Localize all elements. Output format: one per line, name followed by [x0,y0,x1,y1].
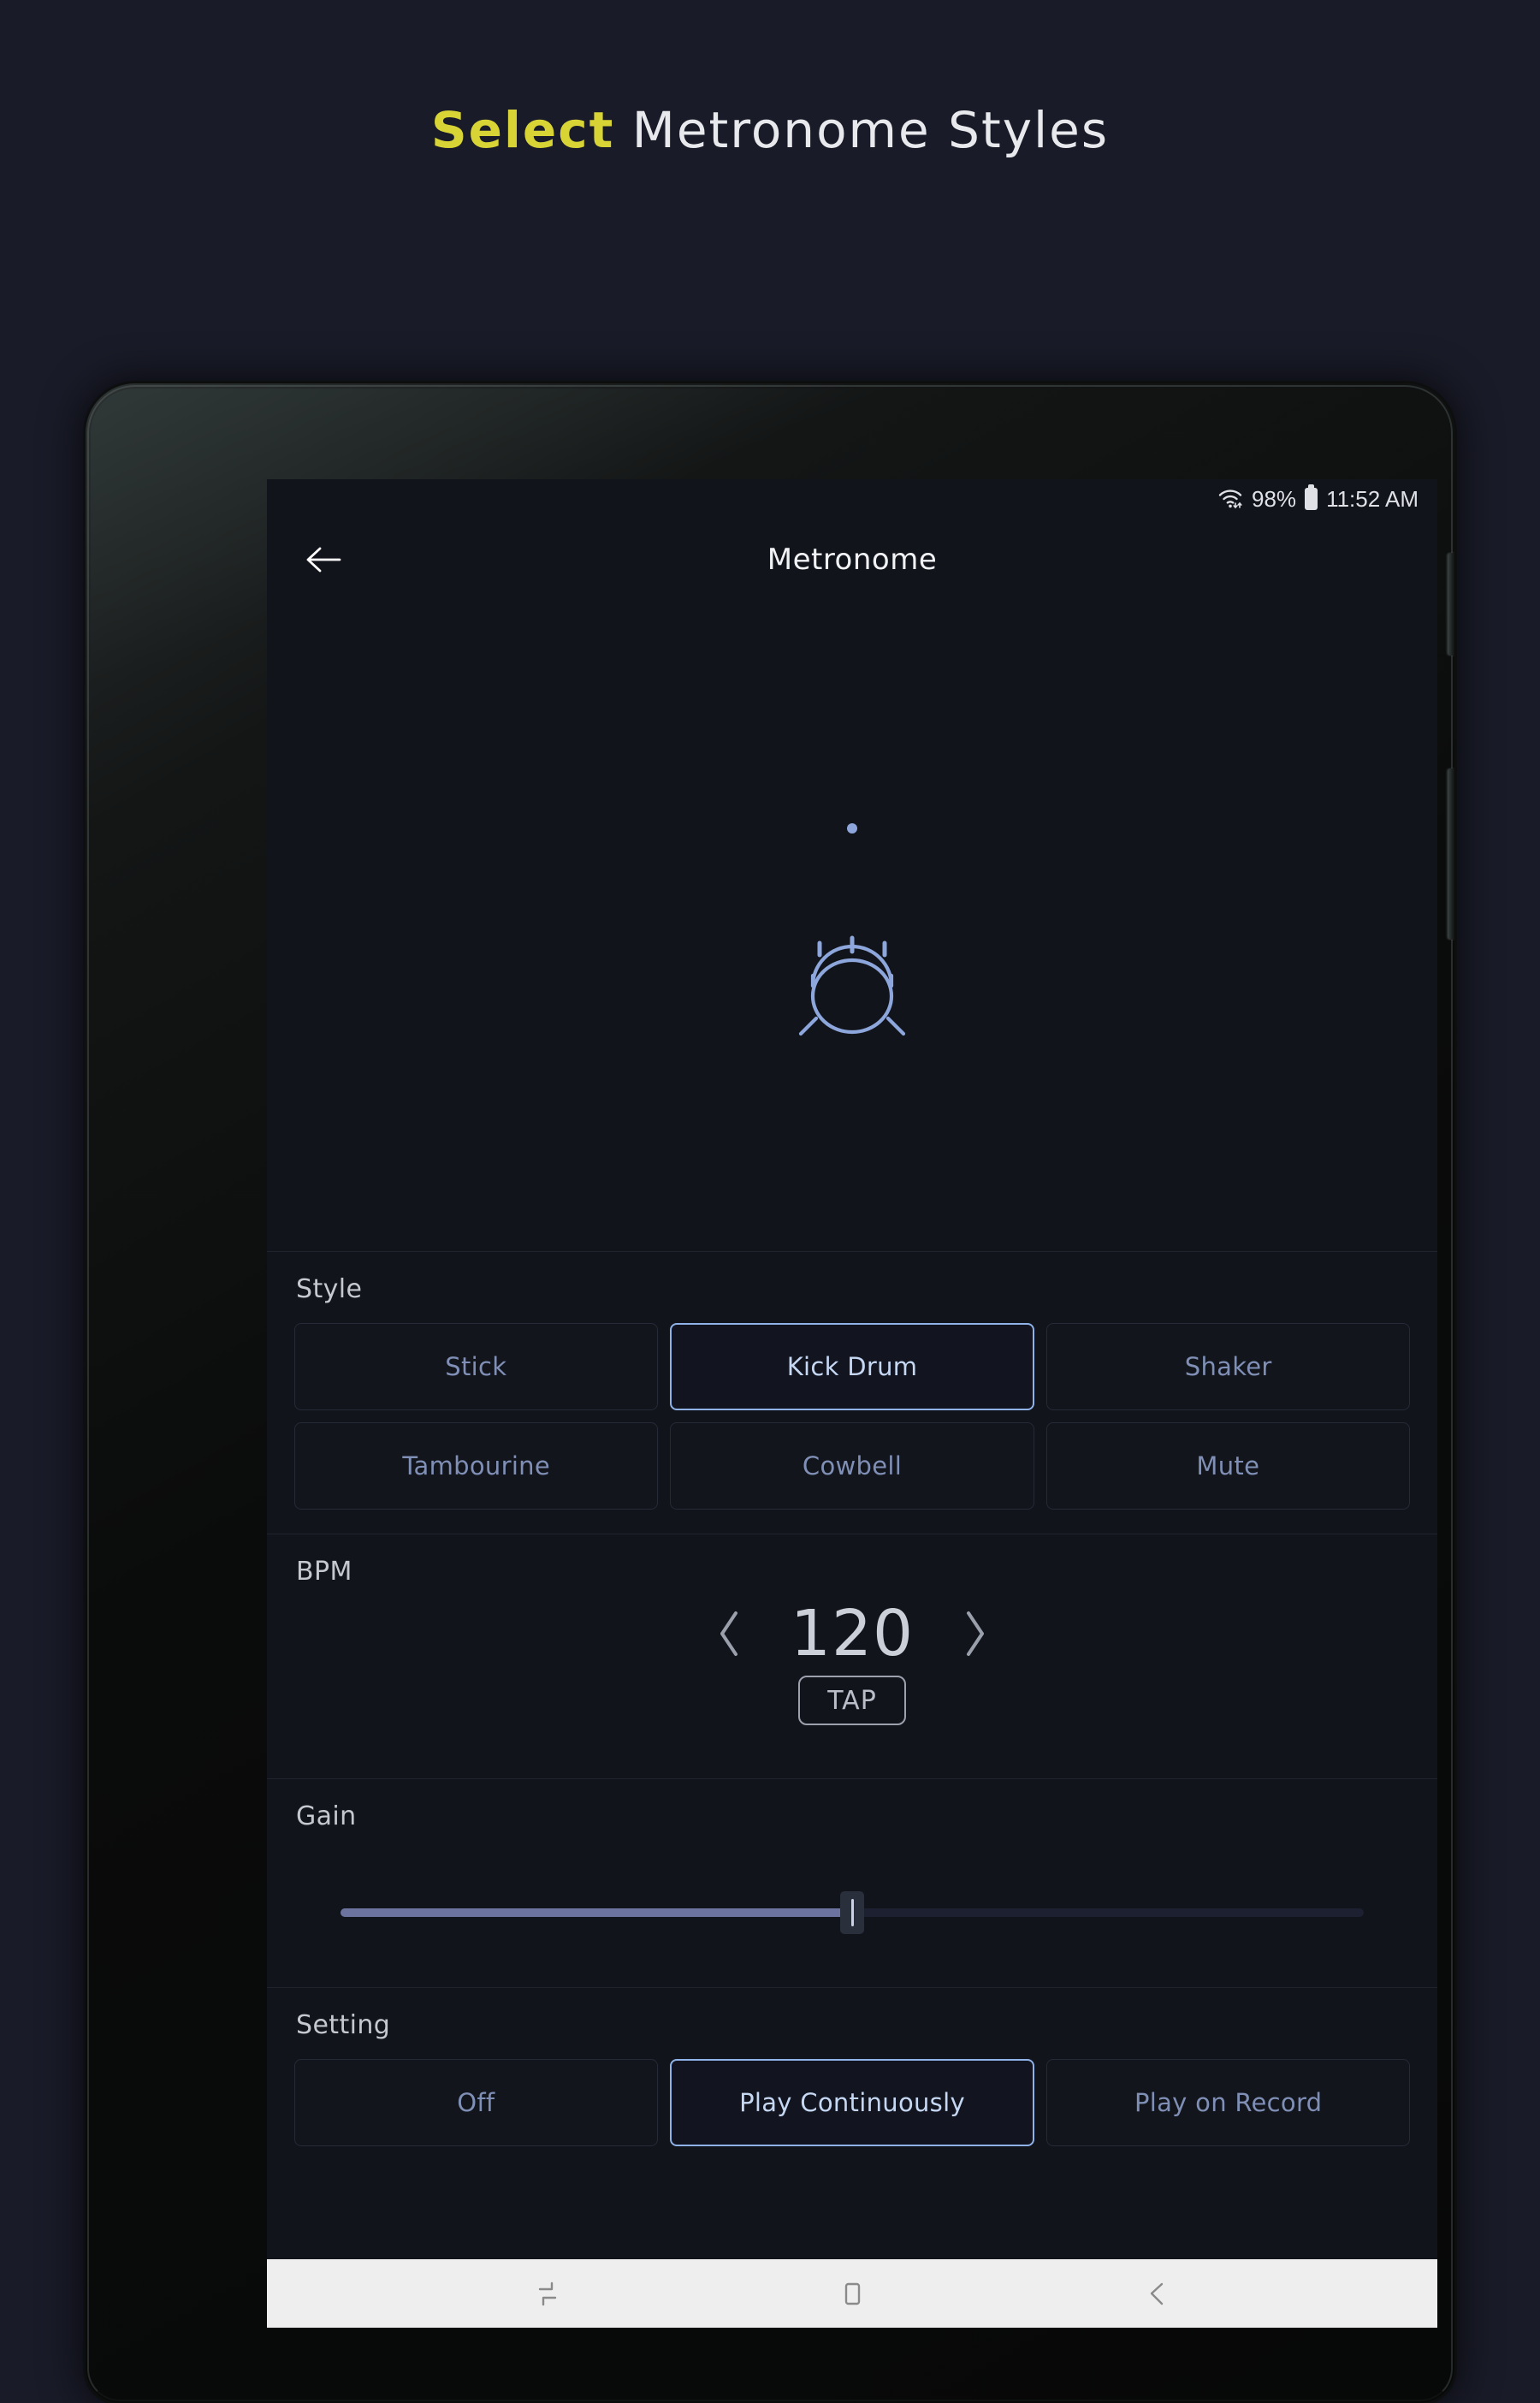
app-bar-title: Metronome [767,543,938,577]
style-option-mute[interactable]: Mute [1045,1422,1410,1510]
volume-button[interactable] [1448,768,1454,940]
app-bar: Metronome [267,519,1437,601]
back-button[interactable] [299,536,347,584]
style-section-label: Style [296,1274,363,1304]
gain-slider[interactable] [341,1891,1364,1934]
style-option-cowbell[interactable]: Cowbell [670,1422,1034,1510]
setting-section: Setting Off Play Continuously Play on Re… [267,1987,1437,2174]
kick-drum-icon [797,919,907,1039]
home-square-icon[interactable] [822,2270,882,2317]
setting-option-off[interactable]: Off [294,2059,658,2146]
tap-tempo-button[interactable]: TAP [798,1676,906,1725]
wifi-icon [1217,488,1243,510]
style-options-row-2: Tambourine Cowbell Mute [294,1422,1410,1510]
tablet-screen: 98% 11:52 AM Metronome Style Stick Kick … [267,479,1437,2328]
style-options-row-1: Stick Kick Drum Shaker [294,1323,1411,1410]
bpm-section-label: BPM [296,1557,352,1587]
bpm-section: BPM 120 TAP [267,1534,1437,1778]
battery-percent: 98% [1252,485,1297,512]
bpm-decrease-button[interactable] [709,1606,750,1661]
clock: 11:52 AM [1326,485,1419,512]
style-option-stick[interactable]: Stick [294,1323,658,1410]
beat-indicator-dot [847,823,857,834]
android-navigation-bar [267,2259,1437,2328]
setting-option-play-on-record[interactable]: Play on Record [1046,2059,1411,2146]
style-section: Style Stick Kick Drum Shaker Tambourine … [267,1251,1437,1534]
metronome-visual-area [267,601,1437,1251]
style-option-kick-drum[interactable]: Kick Drum [669,1323,1035,1410]
back-arrow-icon[interactable] [1127,2270,1187,2317]
tablet-device-frame: 98% 11:52 AM Metronome Style Stick Kick … [86,383,1454,2403]
gain-controls [294,1831,1410,1987]
power-button[interactable] [1448,553,1454,656]
style-option-shaker[interactable]: Shaker [1046,1323,1411,1410]
style-option-tambourine[interactable]: Tambourine [294,1422,659,1510]
setting-section-label: Setting [296,2010,391,2040]
page-title: Select Metronome Styles [0,101,1540,159]
status-bar: 98% 11:52 AM [267,479,1437,519]
recents-icon[interactable] [518,2270,578,2317]
gain-slider-fill [341,1908,852,1917]
page-title-rest: Metronome Styles [614,101,1110,159]
gain-section-label: Gain [296,1801,357,1831]
setting-options-row: Off Play Continuously Play on Record [294,2059,1411,2146]
bpm-increase-button[interactable] [954,1606,995,1661]
page-title-accent: Select [430,101,615,159]
gain-section: Gain [267,1778,1437,1987]
gain-slider-thumb[interactable] [840,1891,864,1934]
battery-icon [1305,484,1318,510]
bpm-value[interactable]: 120 [788,1602,916,1665]
bpm-controls: 120 TAP [294,1587,1410,1778]
setting-option-play-continuously[interactable]: Play Continuously [669,2059,1035,2146]
